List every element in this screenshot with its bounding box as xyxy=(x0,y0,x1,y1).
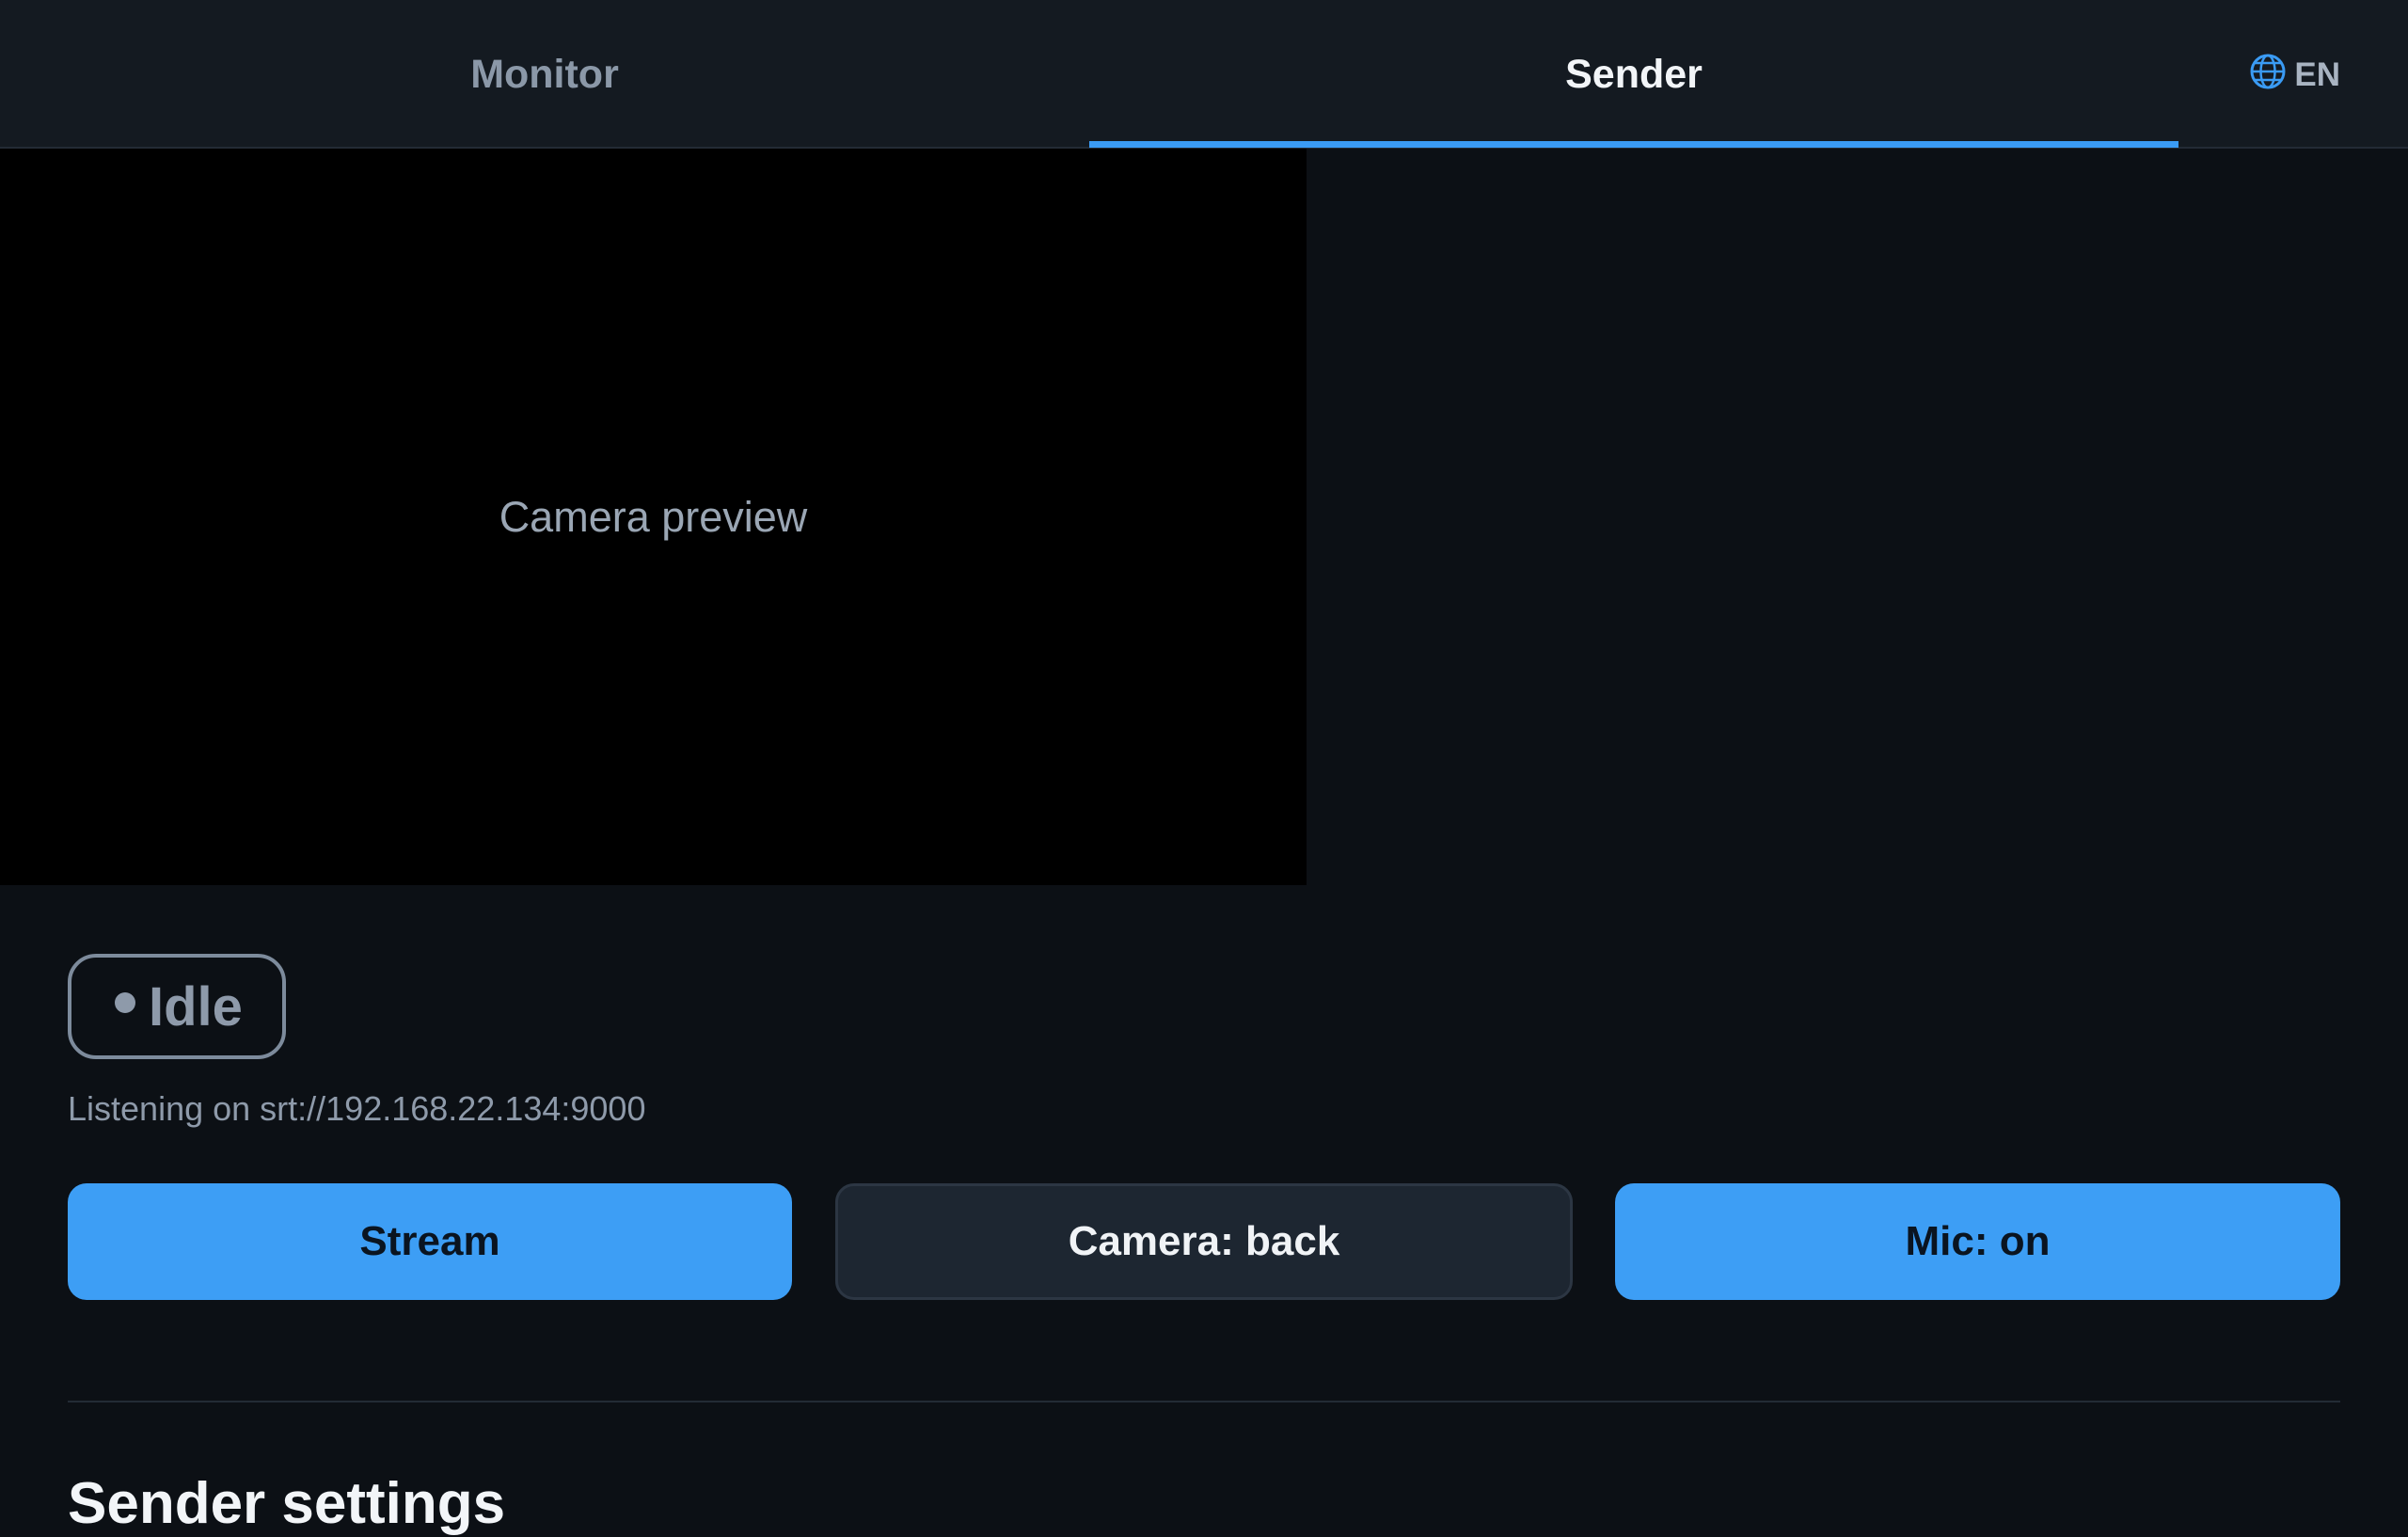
active-tab-indicator xyxy=(1089,141,2178,148)
tab-sender[interactable]: Sender xyxy=(1089,0,2178,149)
language-label: EN xyxy=(2294,56,2340,93)
camera-toggle-label: Camera: back xyxy=(1068,1218,1340,1264)
mic-toggle-button[interactable]: Mic: on xyxy=(1615,1183,2340,1300)
listening-address: Listening on srt://192.168.22.134:9000 xyxy=(68,1089,646,1128)
tab-sender-label: Sender xyxy=(1565,51,1703,97)
tab-monitor-label: Monitor xyxy=(470,51,619,97)
stream-button[interactable]: Stream xyxy=(68,1183,792,1300)
camera-preview-label: Camera preview xyxy=(499,492,808,541)
top-navigation: Monitor Sender EN xyxy=(0,0,2408,149)
status-dot-icon xyxy=(115,992,135,1013)
status-label: Idle xyxy=(149,975,243,1038)
status-badge: Idle xyxy=(68,954,286,1059)
sender-settings-heading: Sender settings xyxy=(68,1471,506,1536)
camera-toggle-button[interactable]: Camera: back xyxy=(835,1183,1573,1300)
section-divider xyxy=(68,1401,2340,1402)
globe-icon xyxy=(2249,53,2294,99)
mic-toggle-label: Mic: on xyxy=(1905,1218,2051,1264)
camera-preview: Camera preview xyxy=(0,149,1307,885)
stream-button-label: Stream xyxy=(359,1218,500,1264)
language-selector[interactable]: EN xyxy=(2249,49,2340,102)
tab-monitor[interactable]: Monitor xyxy=(0,0,1089,149)
